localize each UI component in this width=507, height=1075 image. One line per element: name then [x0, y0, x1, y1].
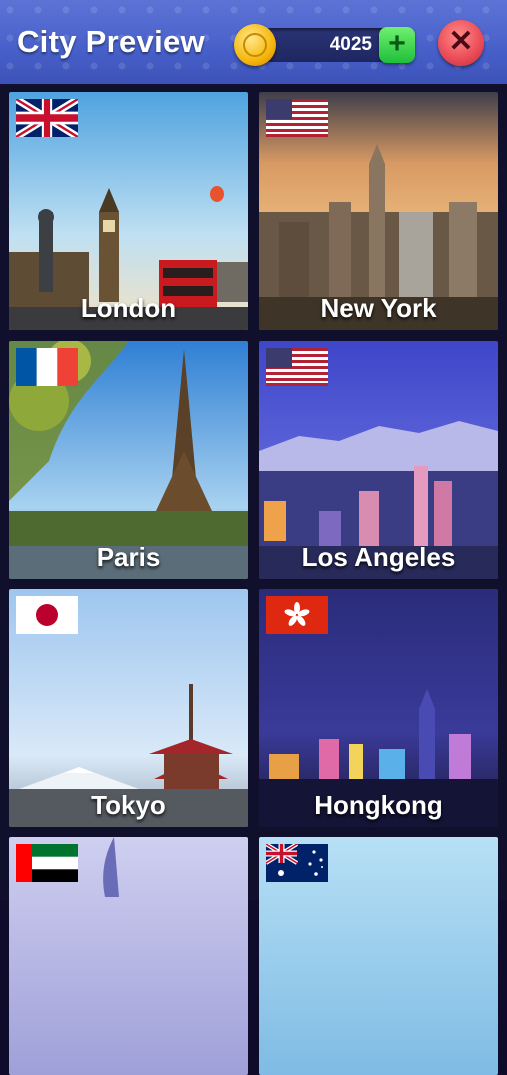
city-card-london[interactable]: London	[9, 92, 248, 330]
city-name: New York	[320, 293, 437, 323]
close-button[interactable]: ✕	[438, 20, 484, 66]
city-card-paris[interactable]: Paris	[9, 341, 248, 579]
uae-flag-icon	[16, 844, 78, 882]
coin-icon	[234, 24, 276, 66]
france-flag-icon	[16, 348, 78, 386]
city-name: London	[80, 293, 177, 323]
us-flag-icon	[266, 99, 328, 137]
city-name: Los Angeles	[301, 542, 456, 572]
us-flag-icon	[266, 348, 328, 386]
city-name: Paris	[96, 542, 161, 572]
city-card-new-york[interactable]: New York	[259, 92, 498, 330]
page-title: City Preview	[17, 24, 205, 59]
city-card-tokyo[interactable]: Tokyo	[9, 589, 248, 827]
city-name: Tokyo	[91, 790, 166, 820]
city-name: Hongkong	[314, 790, 443, 820]
japan-flag-icon	[16, 596, 78, 634]
coin-value: 4025	[329, 34, 372, 55]
header-bar: City Preview 4025 + ✕	[0, 0, 507, 84]
add-coins-button[interactable]: +	[379, 27, 415, 63]
city-card-los-angeles[interactable]: Los Angeles	[259, 341, 498, 579]
city-card-hongkong[interactable]: Hongkong	[259, 589, 498, 827]
hongkong-flag-icon	[266, 596, 328, 634]
uk-flag-icon	[16, 99, 78, 137]
city-card-sydney[interactable]	[259, 837, 498, 1075]
australia-flag-icon	[266, 844, 328, 882]
city-card-dubai[interactable]	[9, 837, 248, 1075]
